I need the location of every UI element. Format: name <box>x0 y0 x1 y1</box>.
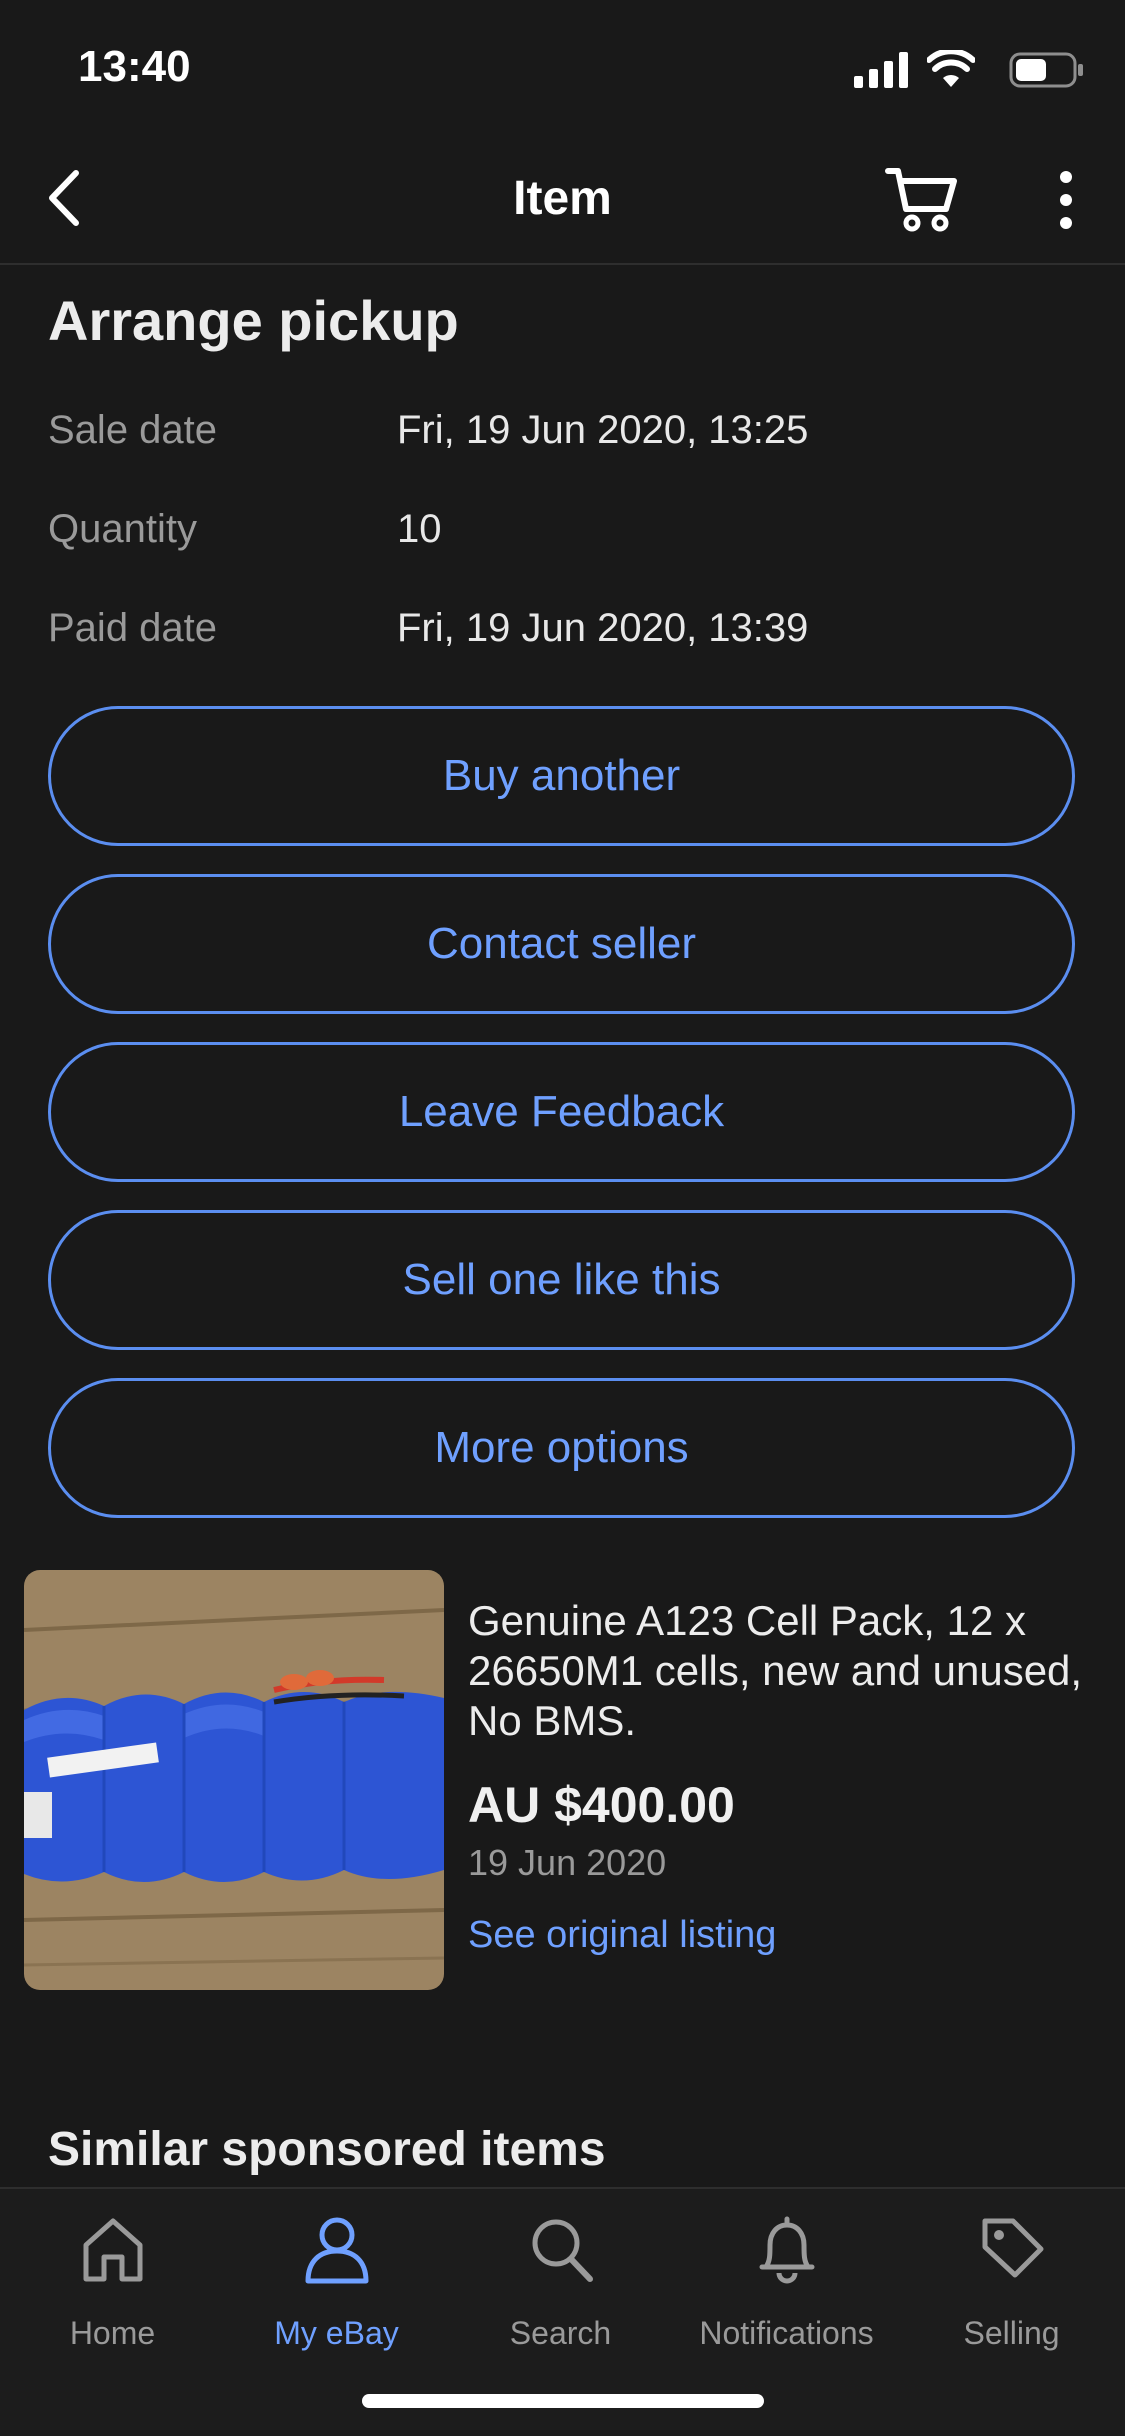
tab-label: Notifications <box>699 2315 874 2351</box>
tag-icon <box>982 2218 1044 2278</box>
item-price: AU $400.00 <box>468 1777 735 1833</box>
more-vertical-icon[interactable] <box>1046 167 1086 233</box>
status-bar: 13:40 <box>0 0 1125 135</box>
buy-another-button[interactable]: Buy another <box>48 706 1075 846</box>
tab-my-ebay[interactable]: My eBay <box>224 2207 449 2357</box>
sell-one-like-this-button[interactable]: Sell one like this <box>48 1210 1075 1350</box>
tab-label: Home <box>69 2315 156 2351</box>
detail-label: Sale date <box>48 408 218 452</box>
purchased-item-card[interactable]: Genuine A123 Cell Pack, 12 x 26650M1 cel… <box>24 1570 1104 1990</box>
contact-seller-button[interactable]: Contact seller <box>48 874 1075 1014</box>
more-options-button[interactable]: More options <box>48 1378 1075 1518</box>
tab-search[interactable]: Search <box>448 2207 673 2357</box>
leave-feedback-button[interactable]: Leave Feedback <box>48 1042 1075 1182</box>
home-indicator[interactable] <box>362 2394 764 2408</box>
tab-home[interactable]: Home <box>0 2207 225 2357</box>
order-status-title: Arrange pickup <box>48 289 459 352</box>
tab-selling[interactable]: Selling <box>899 2207 1124 2357</box>
wifi-icon <box>927 50 975 87</box>
sale-date-row: Sale date Fri, 19 Jun 2020, 13:25 <box>0 408 1125 468</box>
paid-date-row: Paid date Fri, 19 Jun 2020, 13:39 <box>0 606 1125 666</box>
search-icon <box>532 2219 593 2282</box>
tab-notifications[interactable]: Notifications <box>674 2207 899 2357</box>
item-photo[interactable] <box>24 1570 444 1990</box>
similar-items-heading: Similar sponsored items <box>48 2123 606 2176</box>
home-icon <box>83 2218 143 2282</box>
cellular-signal-icon <box>854 52 908 88</box>
detail-value: Fri, 19 Jun 2020, 13:39 <box>397 606 809 650</box>
item-title[interactable]: Genuine A123 Cell Pack, 12 x 26650M1 cel… <box>468 1596 1088 1746</box>
quantity-row: Quantity 10 <box>0 507 1125 567</box>
battery-icon <box>1009 52 1083 88</box>
detail-label: Quantity <box>48 507 197 551</box>
item-date: 19 Jun 2020 <box>468 1842 667 1883</box>
cart-icon[interactable] <box>884 161 960 237</box>
detail-value: Fri, 19 Jun 2020, 13:25 <box>397 408 809 452</box>
tab-label: Search <box>509 2315 612 2351</box>
user-icon <box>305 2217 369 2284</box>
bell-icon <box>759 2216 815 2284</box>
see-original-listing-link[interactable]: See original listing <box>468 1914 776 1957</box>
tab-label: Selling <box>963 2315 1060 2351</box>
detail-label: Paid date <box>48 606 218 650</box>
status-time: 13:40 <box>78 42 191 91</box>
tab-label: My eBay <box>274 2315 399 2351</box>
battery-pack-photo <box>24 1570 444 1990</box>
navigation-bar: Item <box>0 135 1125 265</box>
detail-value: 10 <box>397 507 442 551</box>
